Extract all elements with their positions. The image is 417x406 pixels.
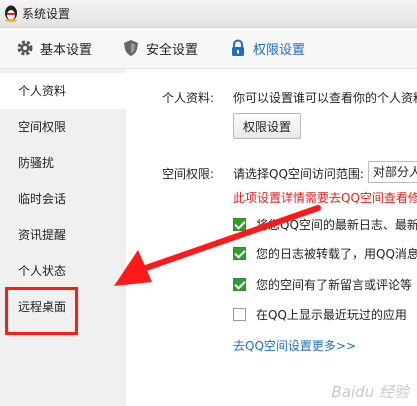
tab-basic-settings[interactable]: 基本设置 <box>16 28 92 68</box>
checkbox[interactable] <box>233 218 246 231</box>
permission-settings-button[interactable]: 权限设置 <box>233 113 301 139</box>
sidebar-item-personal-profile[interactable]: 个人资料 <box>0 73 126 109</box>
checkbox[interactable] <box>233 308 246 321</box>
option-label: 您的空间有了新留言或评论等 <box>256 278 413 292</box>
lock-icon <box>232 39 244 56</box>
option-label: 您的日志被转载了，用QQ消息 <box>256 247 417 261</box>
option-row-blog-forwarded[interactable]: 您的日志被转载了，用QQ消息 <box>233 245 417 262</box>
profile-description: 你可以设置谁可以查看你的个人资料 <box>233 91 417 105</box>
profile-label: 个人资料: <box>162 91 215 105</box>
checkbox[interactable] <box>233 247 246 260</box>
settings-tab-bar: 基本设置 安全设置 权限设置 <box>0 28 417 69</box>
space-scope-prompt: 请选择QQ空间访问范围: <box>233 167 364 181</box>
title-bar: 系统设置 <box>0 0 417 28</box>
tab-security-settings[interactable]: 安全设置 <box>122 28 198 68</box>
option-row-new-comment[interactable]: 您的空间有了新留言或评论等 <box>233 276 412 293</box>
space-scope-select[interactable]: 对部分人 <box>368 161 417 183</box>
option-label: 在QQ上显示最近玩过的应用 <box>256 308 407 322</box>
option-row-latest-blog[interactable]: 将您QQ空间的最新日志、最新 <box>233 216 417 233</box>
sidebar-item-news-reminder[interactable]: 资讯提醒 <box>0 217 126 253</box>
sidebar-item-temp-chat[interactable]: 临时会话 <box>0 181 126 217</box>
shield-icon <box>124 40 138 56</box>
tab-security-settings-label: 安全设置 <box>146 42 199 58</box>
qq-penguin-icon <box>5 5 17 22</box>
tab-permission-settings[interactable]: 权限设置 <box>229 28 305 68</box>
qzone-more-settings-link[interactable]: 去QQ空间设置更多>> <box>233 337 356 354</box>
sidebar-item-space-permission[interactable]: 空间权限 <box>0 109 126 145</box>
space-permission-label: 空间权限: <box>162 167 215 181</box>
annotation-highlight-box <box>5 287 78 335</box>
watermark: Baidu 经验 <box>331 383 409 401</box>
tab-basic-settings-label: 基本设置 <box>40 42 93 58</box>
space-note: 此项设置详情需要去QQ空间查看修改 <box>233 191 417 205</box>
sidebar: 个人资料 空间权限 防骚扰 临时会话 资讯提醒 个人状态 远程桌面 <box>0 69 126 406</box>
window-title: 系统设置 <box>22 7 71 21</box>
option-label: 将您QQ空间的最新日志、最新 <box>256 218 417 232</box>
option-row-recent-apps[interactable]: 在QQ上显示最近玩过的应用 <box>233 306 407 323</box>
sidebar-item-anti-harassment[interactable]: 防骚扰 <box>0 145 126 181</box>
sidebar-item-personal-status[interactable]: 个人状态 <box>0 253 126 289</box>
checkbox[interactable] <box>233 278 246 291</box>
tab-permission-settings-label: 权限设置 <box>253 42 306 58</box>
gear-icon <box>17 40 33 56</box>
